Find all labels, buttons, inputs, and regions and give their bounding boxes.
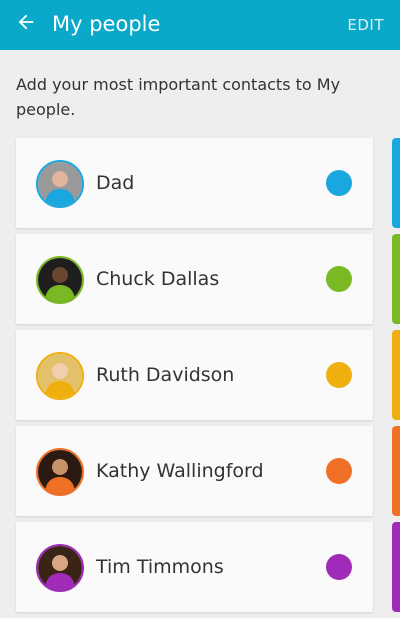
edge-tab[interactable]	[392, 330, 400, 420]
contact-color-dot[interactable]	[326, 554, 352, 580]
contact-card[interactable]: Ruth Davidson	[16, 330, 373, 420]
person-avatar-icon	[38, 354, 82, 398]
person-avatar-icon	[38, 258, 82, 302]
edge-tab[interactable]	[392, 426, 400, 516]
person-avatar-icon	[38, 162, 82, 206]
person-avatar-icon	[38, 546, 82, 590]
contact-card[interactable]: Chuck Dallas	[16, 234, 373, 324]
edit-button[interactable]: EDIT	[347, 15, 384, 35]
arrow-left-icon	[15, 11, 37, 37]
contact-card[interactable]: Dad	[16, 138, 373, 228]
avatar[interactable]	[36, 160, 84, 208]
edge-panel-handle[interactable]	[392, 138, 400, 618]
back-button[interactable]	[8, 6, 44, 42]
contact-name: Kathy Wallingford	[96, 460, 264, 482]
person-avatar-icon	[38, 450, 82, 494]
avatar[interactable]	[36, 544, 84, 592]
contact-name: Chuck Dallas	[96, 268, 220, 290]
app-bar: My people EDIT	[0, 0, 400, 50]
contact-name: Tim Timmons	[96, 556, 224, 578]
edge-tab[interactable]	[392, 522, 400, 612]
contact-color-dot[interactable]	[326, 362, 352, 388]
edge-tab[interactable]	[392, 138, 400, 228]
contact-color-dot[interactable]	[326, 266, 352, 292]
avatar[interactable]	[36, 352, 84, 400]
contact-card[interactable]: Tim Timmons	[16, 522, 373, 612]
contact-name: Dad	[96, 172, 135, 194]
contact-color-dot[interactable]	[326, 458, 352, 484]
avatar[interactable]	[36, 256, 84, 304]
contact-card[interactable]: Kathy Wallingford	[16, 426, 373, 516]
contact-list: Dad Chuck Dallas Ruth Davidson Kathy Wal…	[16, 138, 373, 618]
description-text: Add your most important contacts to My p…	[16, 75, 341, 119]
contact-color-dot[interactable]	[326, 170, 352, 196]
edge-tab[interactable]	[392, 234, 400, 324]
contact-name: Ruth Davidson	[96, 364, 235, 386]
page-title: My people	[52, 12, 161, 36]
avatar[interactable]	[36, 448, 84, 496]
